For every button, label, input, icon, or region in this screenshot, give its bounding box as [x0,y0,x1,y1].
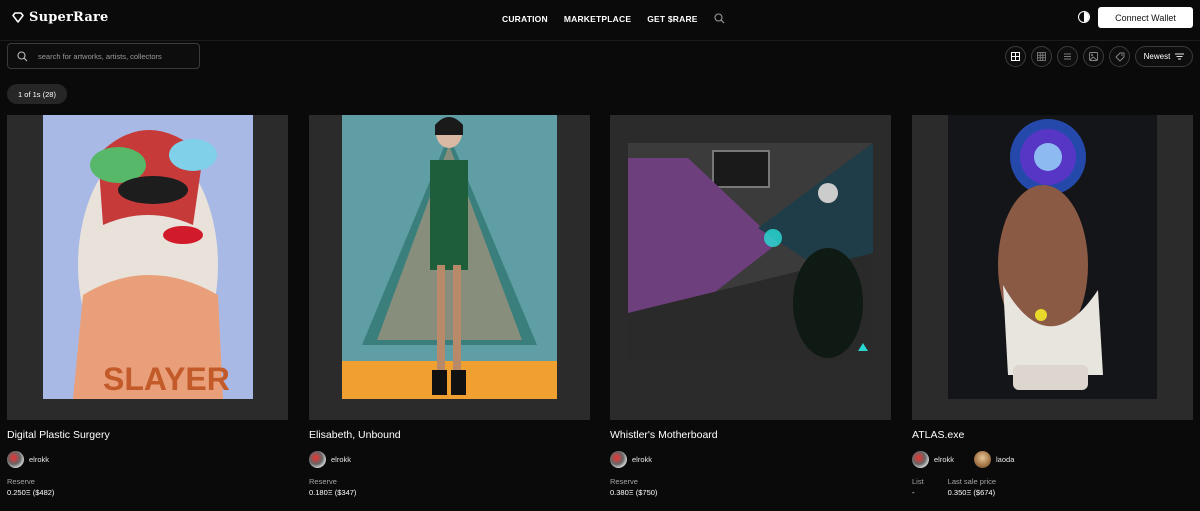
top-navigation-bar: SuperRare CURATION MARKETPLACE GET $RARE… [0,0,1200,38]
search-input[interactable] [38,48,196,64]
owner[interactable]: laoda [974,451,1014,468]
gallery-view-button[interactable] [1083,46,1104,67]
gallery-icon [1089,52,1098,61]
avatar [309,451,326,468]
artwork-title[interactable]: Whistler's Motherboard [610,429,718,441]
search-icon[interactable] [714,13,725,24]
search-icon [17,51,28,62]
nav-marketplace[interactable]: MARKETPLACE [564,14,631,24]
artwork-image [948,115,1157,399]
artist-name[interactable]: elrokk [934,455,954,464]
artist-name[interactable]: elrokk [29,455,49,464]
artwork-card[interactable]: Whistler's Motherboard elrokk Reserve 0.… [610,115,891,497]
price-block: Reserve 0.180Ξ ($347) [309,477,356,497]
connect-wallet-button[interactable]: Connect Wallet [1098,7,1193,28]
list-view-button[interactable] [1057,46,1078,67]
tag-filter-button[interactable] [1109,46,1130,67]
search-box [7,43,200,69]
superrare-logo[interactable]: SuperRare [12,10,109,25]
price-label: Reserve [7,477,35,486]
artwork-image-frame[interactable] [610,115,891,420]
sort-label: Newest [1143,52,1171,61]
artist-row: elrokk [7,451,49,468]
list-view-icon [1064,53,1071,60]
grid-small-icon [1037,52,1046,61]
avatar [610,451,627,468]
avatar [912,451,929,468]
sort-lines-icon [1175,53,1185,60]
last-sale-value: 0.350Ξ ($674) [947,488,996,497]
artist-row: elrokk laoda [912,451,1014,468]
artwork-image [628,143,873,360]
artwork-card[interactable]: SLAYER Digital Plastic Surgery elrokk Re… [7,115,288,497]
price-block: Reserve 0.250Ξ ($482) [7,477,54,497]
price-label: Reserve [610,477,638,486]
sort-dropdown[interactable]: Newest [1135,46,1193,67]
main-nav: CURATION MARKETPLACE GET $RARE [502,13,725,24]
avatar [974,451,992,468]
artwork-image-frame[interactable] [912,115,1193,420]
artwork-title[interactable]: Digital Plastic Surgery [7,429,110,441]
tag-icon [1115,52,1124,61]
list-price: List - [912,477,924,497]
artist-name[interactable]: elrokk [331,455,351,464]
list-value: - [912,488,915,497]
logo-diamond-icon [12,12,24,23]
price-value: 0.380Ξ ($750) [610,488,658,497]
artist-name[interactable]: elrokk [632,455,652,464]
nav-get-rare[interactable]: GET $RARE [647,14,697,24]
list-label: List [912,477,924,486]
header-divider [0,40,1200,41]
artwork-image: SLAYER [43,115,253,399]
artwork-title[interactable]: ATLAS.exe [912,429,964,441]
artist[interactable]: elrokk [912,451,954,468]
svg-text:SLAYER: SLAYER [103,361,230,397]
grid-small-view-button[interactable] [1031,46,1052,67]
theme-toggle-icon[interactable] [1078,11,1090,23]
artwork-title[interactable]: Elisabeth, Unbound [309,429,401,441]
artwork-image-frame[interactable] [309,115,590,420]
grid-large-icon [1011,52,1020,61]
price-value: 0.250Ξ ($482) [7,488,55,497]
nav-curation[interactable]: CURATION [502,14,548,24]
avatar [7,451,24,468]
price-block: Reserve 0.380Ξ ($750) [610,477,657,497]
artist[interactable]: elrokk [610,451,652,468]
artwork-card[interactable]: Elisabeth, Unbound elrokk Reserve 0.180Ξ… [309,115,590,497]
price-value: 0.180Ξ ($347) [309,488,357,497]
artist[interactable]: elrokk [7,451,49,468]
brand-name: SuperRare [29,10,109,25]
artwork-image-frame[interactable]: SLAYER [7,115,288,420]
last-sale-price: Last sale price 0.350Ξ ($674) [948,477,996,497]
last-sale-label: Last sale price [947,477,997,486]
price-label: Reserve [309,477,337,486]
artist-row: elrokk [610,451,652,468]
price-block: List - Last sale price 0.350Ξ ($674) [912,477,996,497]
owner-name[interactable]: laoda [996,455,1014,464]
artist[interactable]: elrokk [309,451,351,468]
results-count-badge[interactable]: 1 of 1s (28) [7,84,67,104]
artwork-image [342,115,557,399]
artist-row: elrokk [309,451,351,468]
artwork-card[interactable]: ATLAS.exe elrokk laoda List - Last sale … [912,115,1193,497]
grid-large-view-button[interactable] [1005,46,1026,67]
